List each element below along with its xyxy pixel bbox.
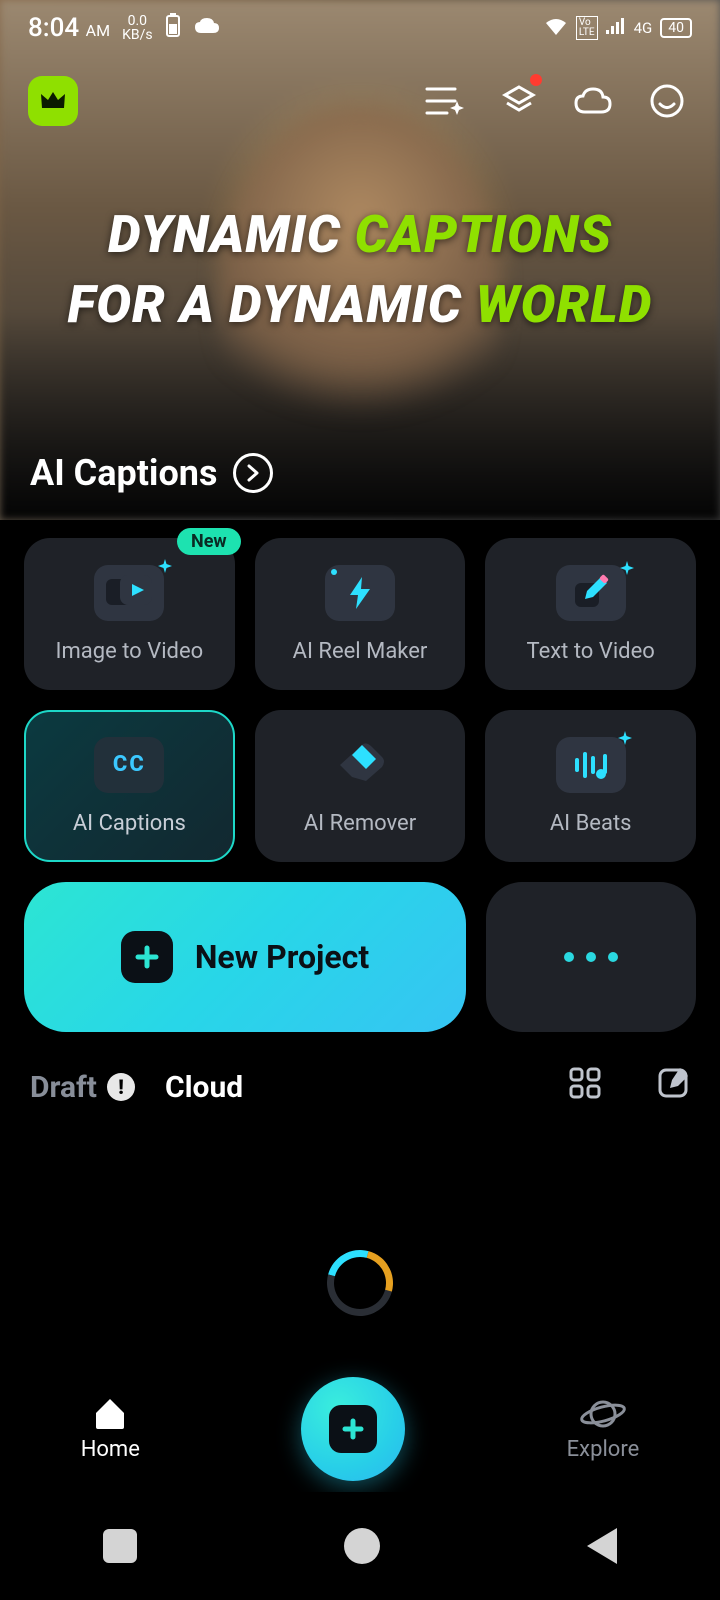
image-video-icon — [94, 565, 164, 621]
layers-button[interactable] — [494, 76, 544, 126]
back-button[interactable] — [587, 1528, 617, 1564]
tab-cloud[interactable]: Cloud — [165, 1070, 243, 1105]
profile-button[interactable] — [642, 76, 692, 126]
edit-icon — [656, 1066, 690, 1100]
dot-icon — [608, 952, 618, 962]
premium-crown-button[interactable] — [28, 76, 78, 126]
tool-ai-beats[interactable]: AI Beats — [485, 710, 696, 862]
new-badge: New — [177, 528, 241, 555]
top-bar — [0, 76, 720, 126]
loading-area — [0, 1250, 720, 1316]
wifi-icon — [544, 17, 568, 40]
home-icon — [92, 1397, 128, 1431]
dot-icon — [586, 952, 596, 962]
waveform-icon — [556, 737, 626, 793]
pencil-icon — [556, 565, 626, 621]
grid-view-button[interactable] — [568, 1066, 602, 1108]
tool-label: Image to Video — [55, 639, 203, 664]
tool-label: AI Remover — [304, 811, 416, 836]
nav-explore[interactable]: Explore — [567, 1397, 640, 1462]
layers-icon — [501, 83, 537, 119]
smiley-icon — [649, 83, 685, 119]
signal-icon — [606, 18, 626, 39]
cloud-icon — [193, 16, 221, 41]
network-label: 4G — [634, 19, 653, 37]
cc-icon: CC — [94, 737, 164, 793]
status-network-speed: 0.0 KB/s — [122, 14, 153, 42]
cloud-button[interactable] — [568, 76, 618, 126]
cloud-icon — [573, 86, 613, 116]
info-icon: ! — [107, 1073, 135, 1101]
plus-icon — [121, 931, 173, 983]
tool-image-to-video[interactable]: New Image to Video — [24, 538, 235, 690]
plus-icon — [329, 1405, 377, 1453]
list-icon — [425, 85, 465, 117]
chevron-right-icon — [233, 453, 273, 493]
list-sparkle-button[interactable] — [420, 76, 470, 126]
battery-percent: 40 — [660, 18, 692, 38]
feature-label: AI Captions — [30, 452, 217, 494]
bottom-nav: Home Explore — [0, 1374, 720, 1484]
crown-icon — [40, 90, 66, 112]
ai-captions-link[interactable]: AI Captions — [30, 452, 273, 494]
tab-draft[interactable]: Draft ! — [30, 1070, 135, 1105]
bolt-icon — [325, 565, 395, 621]
hero-title: DYNAMIC CAPTIONS FOR A DYNAMIC WORLD — [0, 200, 720, 340]
action-row: New Project — [0, 862, 720, 1032]
status-bar: 8:04 AM 0.0 KB/s VoLTE 4G 40 — [0, 0, 720, 56]
battery-icon — [165, 12, 181, 44]
hero-banner: DYNAMIC CAPTIONS FOR A DYNAMIC WORLD AI … — [0, 0, 720, 520]
nav-home[interactable]: Home — [81, 1397, 140, 1462]
new-project-label: New Project — [195, 938, 369, 976]
tool-ai-remover[interactable]: AI Remover — [255, 710, 466, 862]
tool-ai-reel-maker[interactable]: AI Reel Maker — [255, 538, 466, 690]
dot-icon — [564, 952, 574, 962]
tools-grid: New Image to Video AI Reel Maker T — [0, 520, 720, 862]
tool-text-to-video[interactable]: Text to Video — [485, 538, 696, 690]
home-button[interactable] — [344, 1528, 380, 1564]
volte-icon: VoLTE — [576, 16, 598, 40]
notification-dot — [530, 74, 542, 86]
tool-label: AI Reel Maker — [293, 639, 428, 664]
tool-label: AI Captions — [73, 811, 186, 836]
planet-icon — [579, 1397, 627, 1431]
create-fab[interactable] — [301, 1377, 405, 1481]
tool-ai-captions[interactable]: CC AI Captions — [24, 710, 235, 862]
new-project-button[interactable]: New Project — [24, 882, 466, 1032]
android-nav-bar — [0, 1492, 720, 1600]
loading-spinner-icon — [315, 1238, 405, 1328]
status-time: 8:04 AM — [28, 13, 110, 43]
projects-tabs: Draft ! Cloud — [0, 1032, 720, 1108]
more-tools-button[interactable] — [486, 882, 696, 1032]
eraser-icon — [325, 737, 395, 793]
edit-button[interactable] — [656, 1066, 690, 1108]
tool-label: Text to Video — [527, 639, 655, 664]
grid-icon — [568, 1066, 602, 1100]
tool-label: AI Beats — [550, 811, 632, 836]
recent-apps-button[interactable] — [103, 1529, 137, 1563]
